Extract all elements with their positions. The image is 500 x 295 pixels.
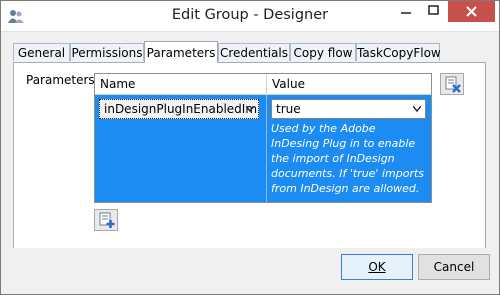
add-parameter-button[interactable] bbox=[94, 209, 118, 231]
minimize-icon bbox=[401, 12, 411, 14]
parameter-name-text: inDesignPlugInEnabledIm bbox=[104, 102, 258, 116]
ok-button[interactable]: OK bbox=[341, 254, 413, 280]
title-bar[interactable]: Edit Group - Designer bbox=[1, 1, 499, 32]
chevron-down-icon bbox=[413, 106, 421, 112]
tab-taskcopyflow[interactable]: TaskCopyFlow bbox=[356, 43, 441, 61]
tab-parameters[interactable]: Parameters bbox=[144, 41, 218, 63]
tab-permissions[interactable]: Permissions bbox=[70, 43, 144, 61]
remove-parameter-button[interactable] bbox=[440, 73, 464, 95]
parameter-value-select[interactable]: true bbox=[271, 99, 426, 119]
tab-copy-flow[interactable]: Copy flow bbox=[290, 43, 356, 61]
cancel-button[interactable]: Cancel bbox=[418, 254, 490, 280]
close-button[interactable] bbox=[448, 1, 495, 22]
dialog-footer: OK Cancel bbox=[1, 248, 499, 294]
parameter-name-cell[interactable]: inDesignPlugInEnabledIm bbox=[95, 95, 267, 202]
column-header-name[interactable]: Name bbox=[95, 74, 267, 95]
parameters-panel: Parameters: Name Value inDesignPlugInEna… bbox=[13, 62, 486, 263]
chevron-down-icon bbox=[246, 106, 254, 112]
add-parameter-icon bbox=[99, 212, 115, 228]
maximize-button[interactable] bbox=[420, 1, 447, 22]
parameters-grid: Name Value inDesignPlugInEnabledIm true bbox=[94, 73, 432, 203]
parameters-label: Parameters: bbox=[26, 73, 99, 87]
tab-general[interactable]: General bbox=[13, 43, 70, 61]
parameter-description: Used by the Adobe InDesing Plug in to en… bbox=[271, 122, 425, 195]
tab-credentials[interactable]: Credentials bbox=[218, 43, 290, 61]
parameter-value-cell[interactable]: true Used by the Adobe InDesing Plug in … bbox=[267, 95, 431, 202]
edit-group-dialog: Edit Group - Designer General Permission… bbox=[0, 0, 500, 295]
parameter-name-select[interactable]: inDesignPlugInEnabledIm bbox=[99, 99, 259, 119]
column-header-value[interactable]: Value bbox=[267, 74, 431, 95]
ok-button-label: OK bbox=[368, 260, 386, 274]
remove-parameter-icon bbox=[445, 76, 461, 93]
parameter-value-text: true bbox=[276, 102, 301, 116]
maximize-icon bbox=[428, 5, 439, 15]
close-icon bbox=[466, 6, 477, 17]
minimize-button[interactable] bbox=[392, 1, 420, 22]
cancel-button-label: Cancel bbox=[433, 260, 475, 274]
